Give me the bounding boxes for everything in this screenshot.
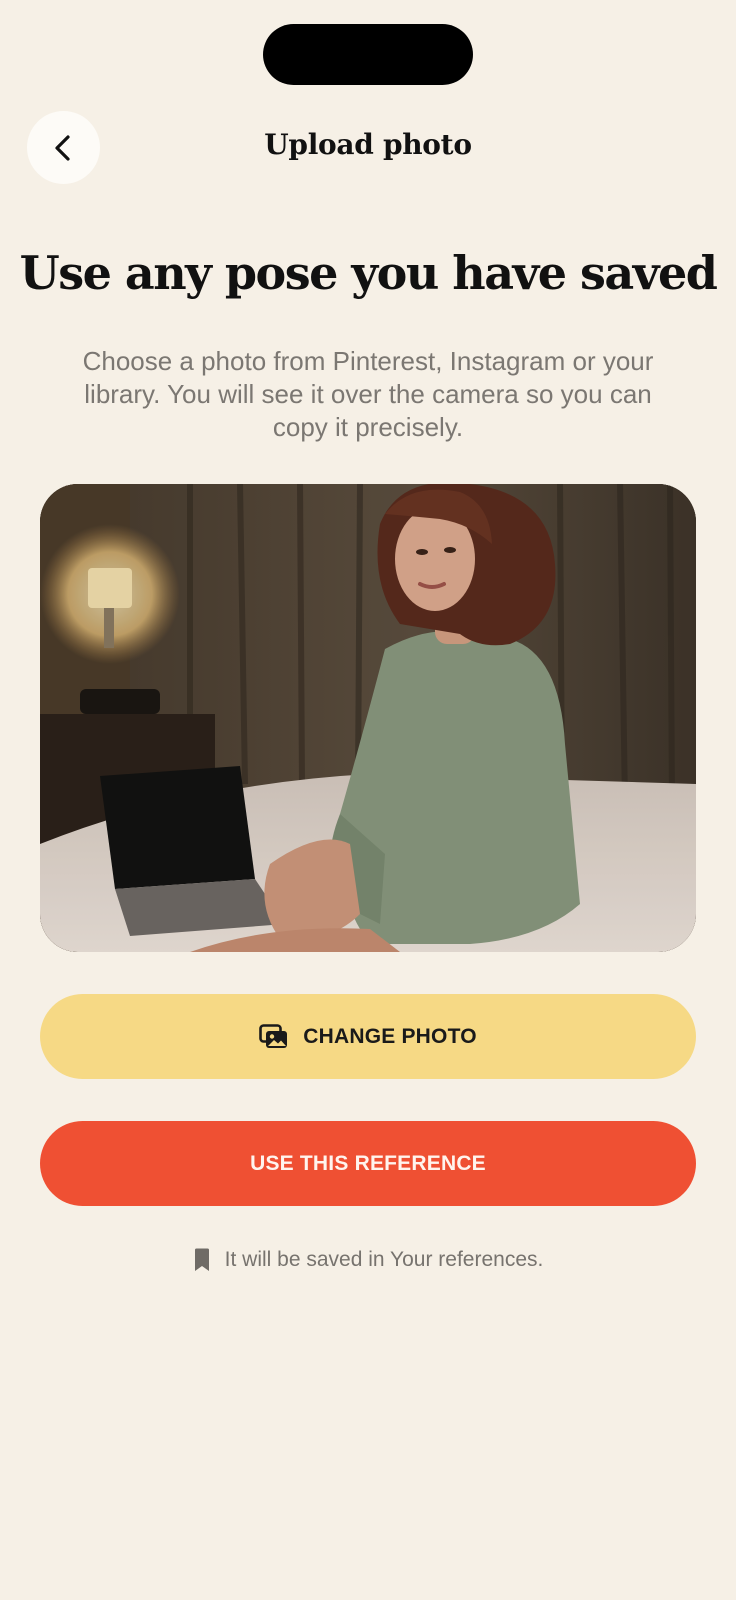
- images-icon: [259, 1023, 288, 1048]
- use-reference-label: USE THIS REFERENCE: [250, 1151, 486, 1175]
- reference-photo: [40, 484, 696, 952]
- headline: Use any pose you have saved: [19, 246, 718, 300]
- use-reference-button[interactable]: USE THIS REFERENCE: [40, 1121, 696, 1206]
- bookmark-icon: [194, 1248, 209, 1271]
- saved-note: It will be saved in Your references.: [0, 1248, 736, 1272]
- camera-notch: [263, 24, 473, 85]
- page-title: Upload photo: [264, 128, 472, 161]
- description-text: Choose a photo from Pinterest, Instagram…: [82, 346, 654, 442]
- change-photo-button[interactable]: CHANGE PHOTO: [40, 994, 696, 1079]
- change-photo-label: CHANGE PHOTO: [303, 1024, 477, 1048]
- saved-note-text: It will be saved in Your references.: [224, 1248, 544, 1271]
